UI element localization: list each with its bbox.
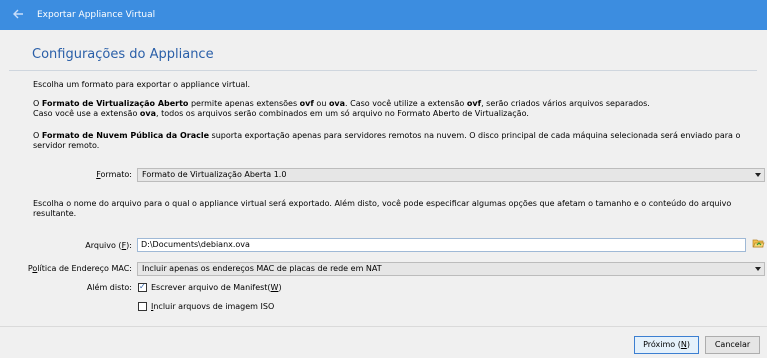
intro-text: Escolha um formato para exportar o appli…: [33, 80, 251, 89]
mac-policy-select[interactable]: Incluir apenas os endereços MAC de placa…: [137, 262, 765, 276]
folder-open-icon[interactable]: [752, 237, 765, 249]
mac-policy-label: Política de Endereço MAC:: [27, 264, 132, 273]
file-path-input[interactable]: D:\Documents\debianx.ova: [137, 238, 746, 252]
iso-label[interactable]: Incluir arquovs de imagem ISO: [151, 302, 274, 311]
extras-label: Além disto:: [86, 283, 132, 292]
back-arrow-icon[interactable]: [11, 7, 25, 21]
window-title: Exportar Appliance Virtual: [37, 10, 156, 20]
ovf-description: O Formato de Virtualização Aberto permit…: [33, 99, 650, 118]
file-description: Escolha o nome do arquivo para o qual o …: [33, 199, 732, 218]
chevron-down-icon: [755, 173, 761, 177]
next-button[interactable]: Próximo (N): [634, 336, 699, 354]
format-value: Formato de Virtualização Aberta 1.0: [142, 170, 287, 179]
format-label: Formato:: [96, 170, 132, 179]
format-select[interactable]: Formato de Virtualização Aberta 1.0: [137, 168, 765, 182]
oracle-description: O Formato de Nuvem Pública da Oracle sup…: [33, 131, 741, 150]
file-label: Arquivo (F):: [85, 241, 132, 250]
chevron-down-icon: [755, 267, 761, 271]
manifest-label[interactable]: Escrever arquivo de Manifest(W): [151, 283, 282, 292]
page-title: Configurações do Appliance: [32, 47, 214, 62]
mac-policy-value: Incluir apenas os endereços MAC de placa…: [142, 264, 382, 273]
cancel-button[interactable]: Cancelar: [705, 336, 760, 354]
manifest-checkbox[interactable]: ✓: [138, 282, 147, 292]
title-bar: Exportar Appliance Virtual: [0, 0, 767, 30]
checkmark-icon: ✓: [139, 282, 146, 291]
heading-divider: [9, 70, 757, 71]
button-bar: Próximo (N) Cancelar: [0, 326, 767, 358]
iso-checkbox[interactable]: [138, 302, 147, 311]
wizard-page: Configurações do Appliance Escolha um fo…: [0, 30, 767, 326]
